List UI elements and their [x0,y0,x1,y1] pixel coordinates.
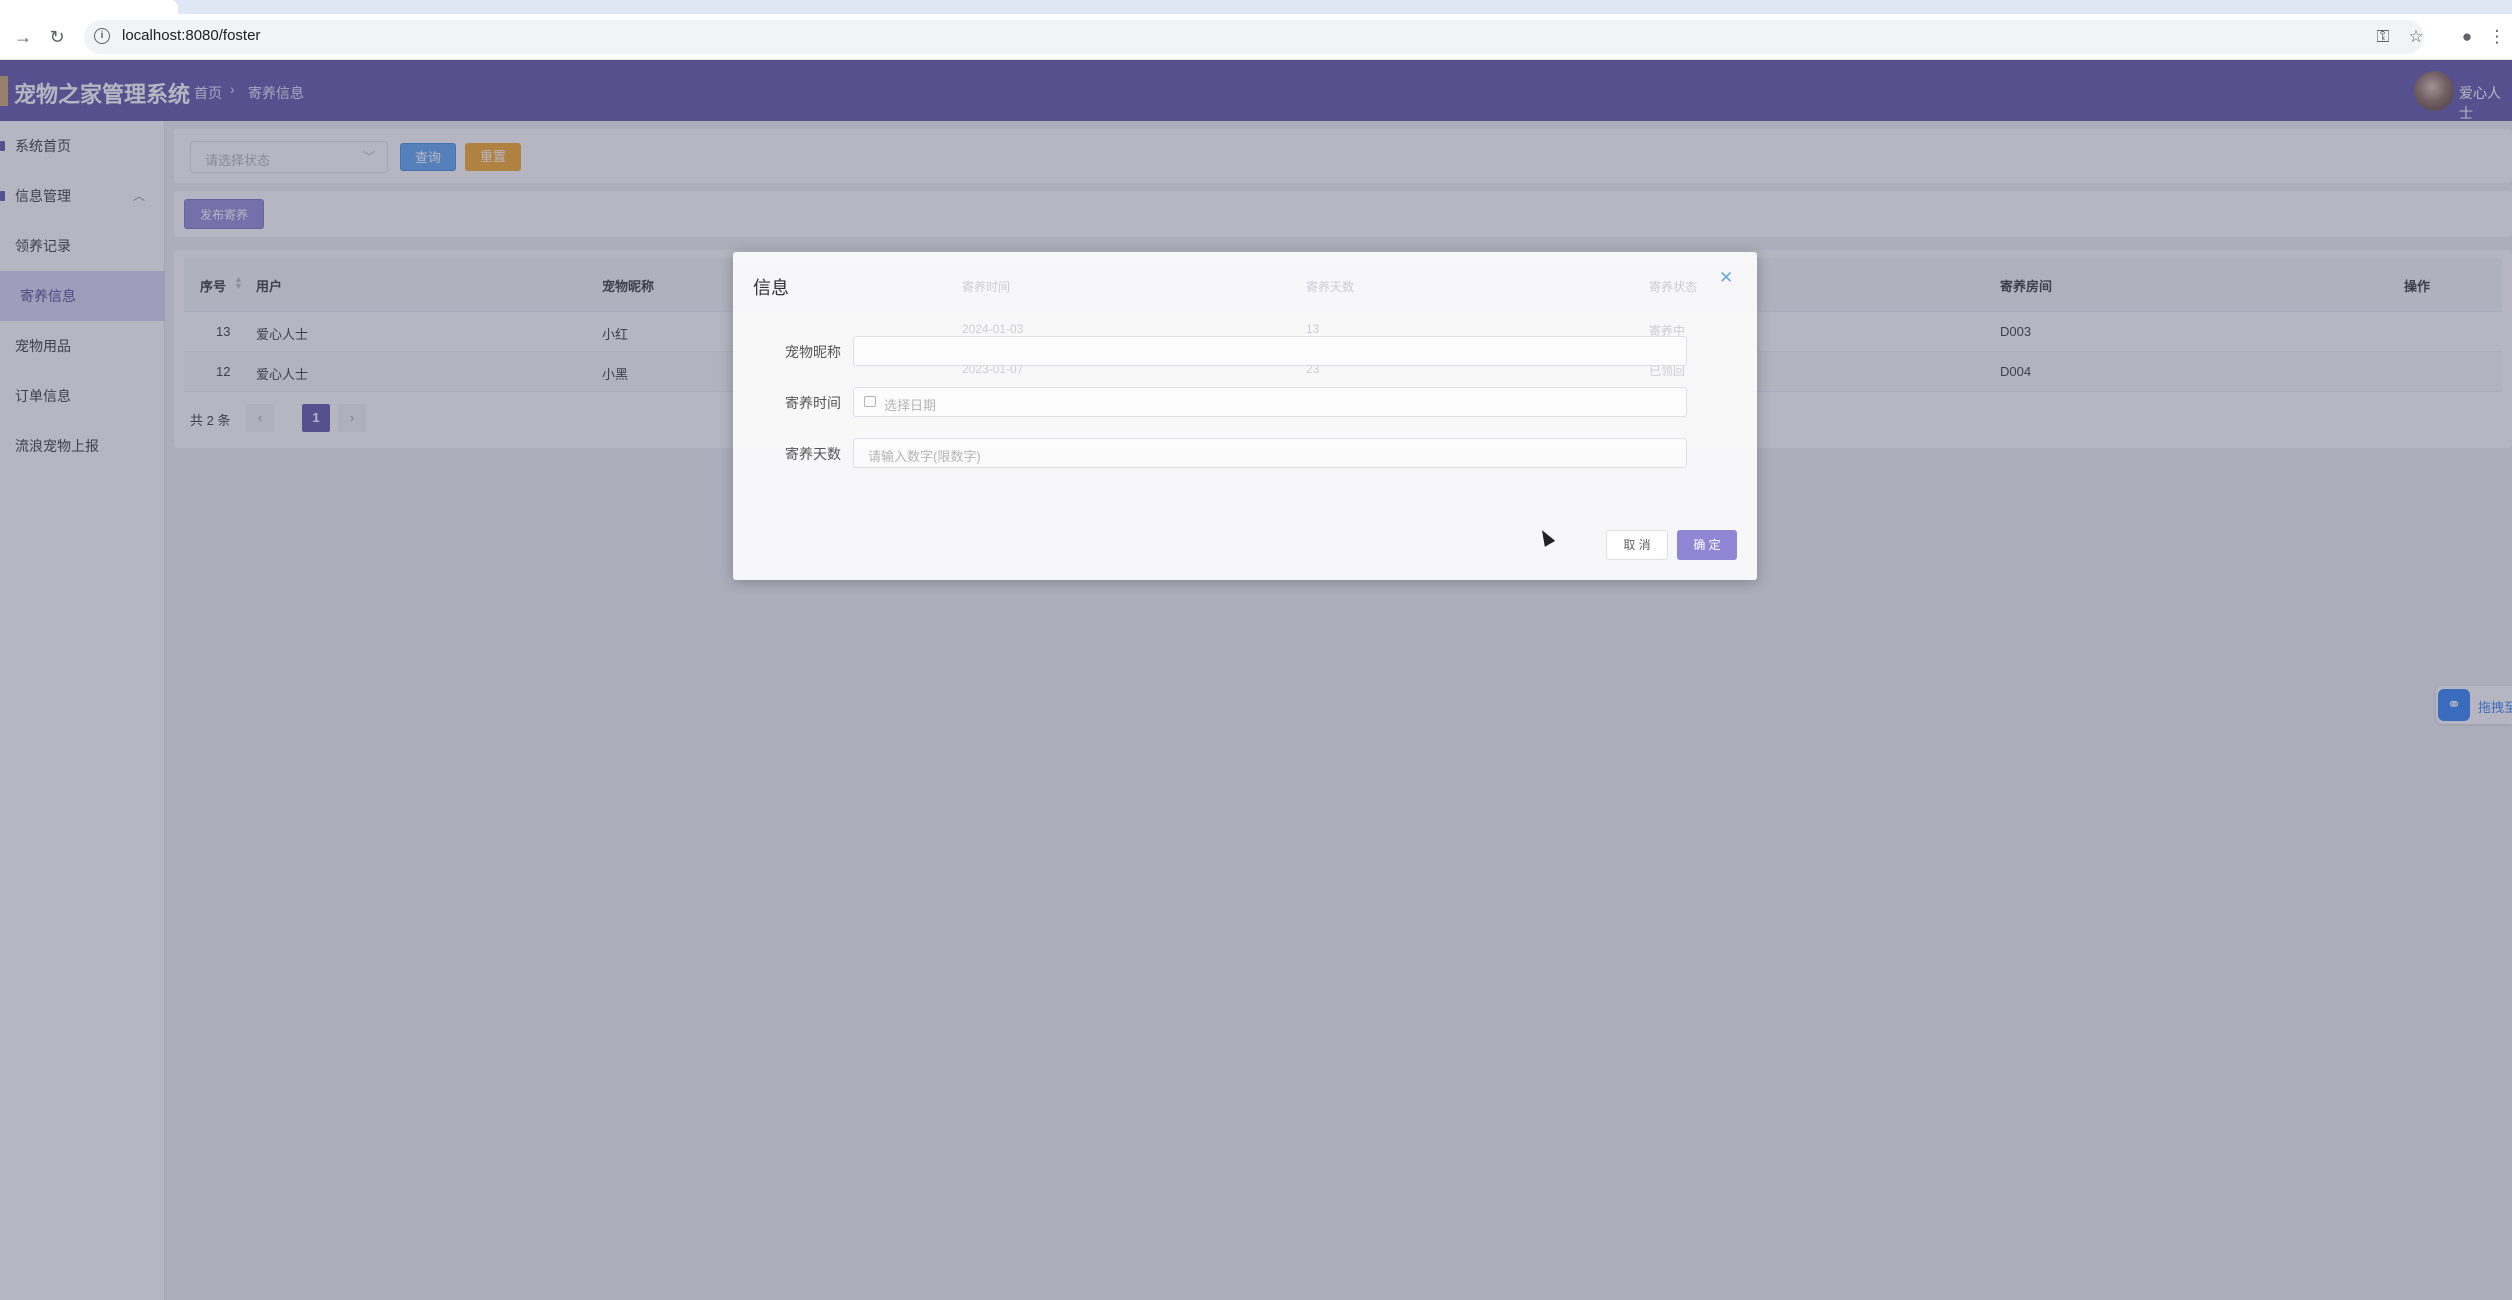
dialog-title: 信息 [753,278,789,298]
browser-tab-strip [0,0,2512,14]
pet-name-label: 宠物昵称 [785,344,841,360]
browser-active-tab[interactable] [0,0,178,14]
reload-icon[interactable]: ↻ [44,24,70,50]
foster-dialog: 信息 ✕ 寄养时间 寄养天数 寄养状态 2024-01-03 13 寄养中 20… [733,252,1757,580]
ghost-row1-date: 2024-01-03 [962,322,1024,336]
browser-toolbar: → ↻ i localhost:8080/foster ⚿ ☆ ● ⋮ [0,14,2512,60]
foster-days-input[interactable]: 请输入数字(限数字) [853,438,1687,468]
profile-icon[interactable]: ● [2454,24,2480,50]
bookmark-star-icon[interactable]: ☆ [2403,24,2429,50]
key-icon[interactable]: ⚿ [2370,24,2396,50]
ghost-column-status: 寄养状态 [1649,280,1698,294]
ghost-column-date: 寄养时间 [962,280,1011,294]
calendar-icon [864,396,876,407]
foster-date-picker[interactable]: 选择日期 [853,387,1687,417]
forward-icon[interactable]: → [10,24,36,50]
address-bar[interactable]: i localhost:8080/foster [84,20,2424,54]
ghost-column-days: 寄养天数 [1306,280,1355,294]
foster-days-label: 寄养天数 [785,446,841,462]
pet-name-input[interactable] [853,336,1687,366]
cancel-button[interactable]: 取 消 [1606,530,1668,560]
url-text: localhost:8080/foster [122,27,261,44]
modal-overlay[interactable] [0,60,2512,1300]
confirm-button[interactable]: 确 定 [1677,530,1737,560]
site-info-icon[interactable]: i [94,28,110,44]
ghost-row1-days: 13 [1306,322,1320,336]
close-icon[interactable]: ✕ [1719,268,1733,288]
menu-icon[interactable]: ⋮ [2484,24,2510,50]
foster-date-label: 寄养时间 [785,395,841,411]
